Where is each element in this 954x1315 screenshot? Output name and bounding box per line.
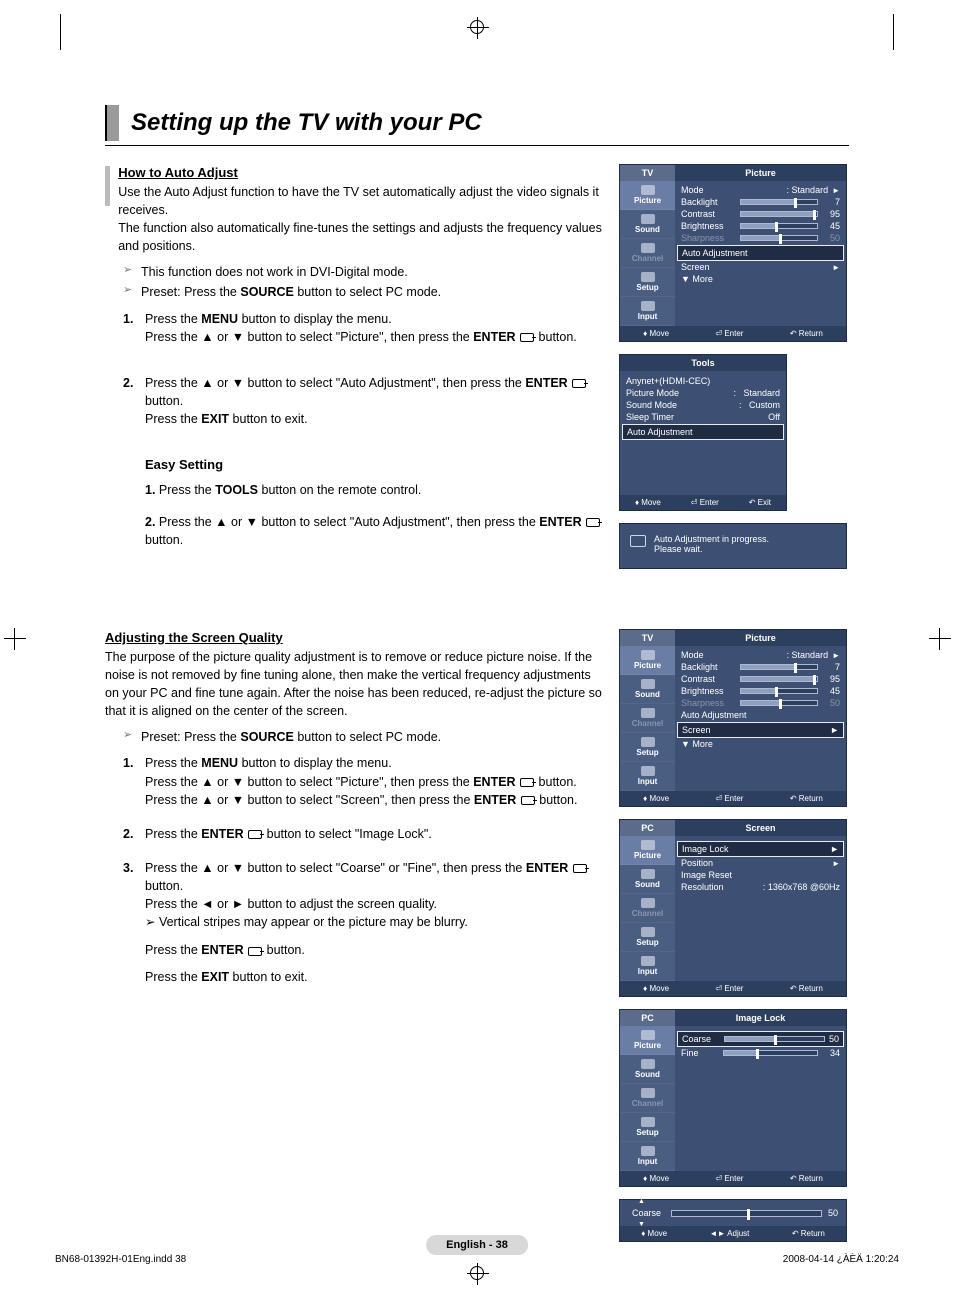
print-footer: BN68-01392H-01Eng.indd 382008-04-14 ¿ÀÈÄ… bbox=[55, 1254, 899, 1265]
crop-mark-icon bbox=[14, 628, 15, 650]
enter-icon bbox=[248, 947, 262, 956]
note-item: Preset: Press the SOURCE button to selec… bbox=[123, 728, 607, 746]
nav-setup[interactable]: Setup bbox=[620, 268, 675, 297]
osd-coarse-adjust[interactable]: Coarse 50 ♦ Move◄► Adjust↶ Return bbox=[619, 1199, 847, 1242]
page-number: English - 38 bbox=[426, 1235, 528, 1255]
easy-setting-heading: Easy Setting bbox=[145, 456, 607, 475]
nav-channel[interactable]: Channel bbox=[620, 239, 675, 268]
osd-auto-adjustment-row[interactable]: Auto Adjustment bbox=[677, 245, 844, 261]
step-3: 3. Press the ▲ or ▼ button to select "Co… bbox=[123, 859, 607, 986]
step-1: 1. Press the MENU button to display the … bbox=[123, 310, 607, 346]
enter-icon bbox=[520, 333, 534, 342]
registration-mark-icon bbox=[470, 20, 484, 34]
nav-sound[interactable]: Sound bbox=[620, 210, 675, 239]
step-2: 2. Press the ENTER button to select "Ima… bbox=[123, 825, 607, 843]
osd-image-lock-row[interactable]: Image Lock► bbox=[677, 841, 844, 857]
osd-picture-panel: TVPicture Picture Sound Channel Setup In… bbox=[619, 164, 847, 342]
subheading-screen-quality: Adjusting the Screen Quality bbox=[105, 629, 607, 648]
enter-icon bbox=[248, 830, 262, 839]
osd-picture-panel-2: TVPicture Picture Sound Channel Setup In… bbox=[619, 629, 847, 807]
page: Setting up the TV with your PC How to Au… bbox=[0, 0, 954, 1315]
note-item: This function does not work in DVI-Digit… bbox=[123, 263, 607, 281]
trim-mark bbox=[893, 14, 894, 50]
nav-picture[interactable]: Picture bbox=[620, 181, 675, 210]
trim-mark bbox=[60, 14, 61, 50]
enter-icon bbox=[586, 518, 600, 527]
osd-screen-panel: PCScreen Picture Sound Channel Setup Inp… bbox=[619, 819, 847, 997]
osd-image-lock-panel: PCImage Lock Picture Sound Channel Setup… bbox=[619, 1009, 847, 1187]
crop-mark-icon bbox=[939, 628, 940, 650]
note-item: Preset: Press the SOURCE button to selec… bbox=[123, 283, 607, 301]
osd-tools-panel: Tools Anynet+(HDMI-CEC) Picture Mode: St… bbox=[619, 354, 787, 511]
osd-coarse-row[interactable]: Coarse50 bbox=[677, 1031, 844, 1047]
enter-icon bbox=[573, 864, 587, 873]
easy-step-2: 2. Press the ▲ or ▼ button to select "Au… bbox=[145, 513, 607, 549]
tools-auto-adjustment-row[interactable]: Auto Adjustment bbox=[622, 424, 784, 440]
easy-step-1: 1. Press the TOOLS button on the remote … bbox=[145, 481, 607, 499]
osd-screen-row[interactable]: Screen► bbox=[677, 722, 844, 738]
nav-input[interactable]: Input bbox=[620, 297, 675, 326]
registration-mark-icon bbox=[470, 1266, 484, 1280]
subheading-auto-adjust: How to Auto Adjust bbox=[118, 164, 607, 183]
section-title: Setting up the TV with your PC bbox=[105, 105, 849, 141]
enter-icon bbox=[521, 796, 535, 805]
info-icon bbox=[630, 535, 646, 547]
step-2: 2. Press the ▲ or ▼ button to select "Au… bbox=[123, 374, 607, 428]
enter-icon bbox=[520, 778, 534, 787]
osd-message-panel: Auto Adjustment in progress.Please wait. bbox=[619, 523, 847, 569]
step-1: 1. Press the MENU button to display the … bbox=[123, 754, 607, 808]
enter-icon bbox=[572, 379, 586, 388]
